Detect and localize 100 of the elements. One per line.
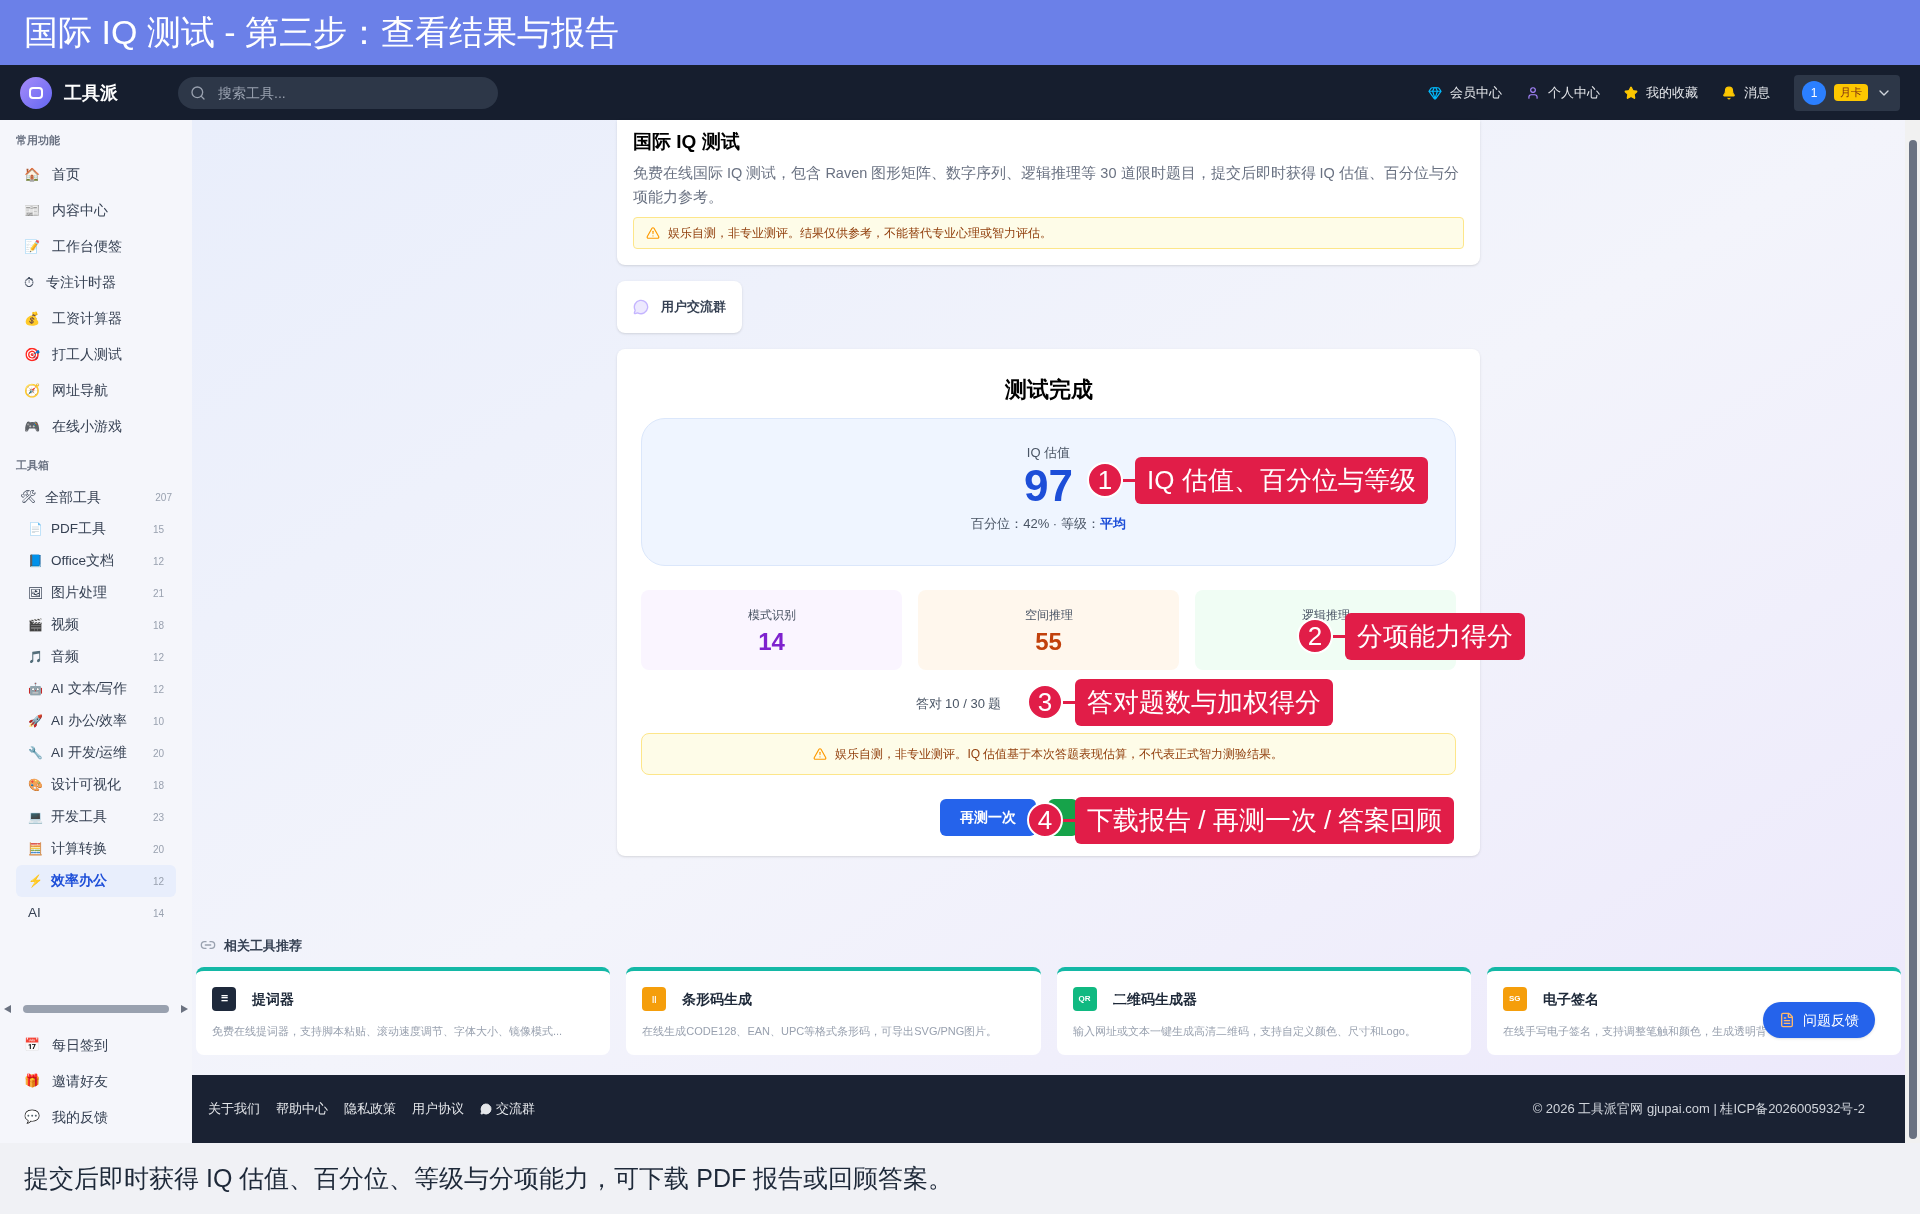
description: 免费在线国际 IQ 测试，包含 Raven 图形矩阵、数字序列、逻辑推理等 30 道限时题目，提交后即时获得 IQ 估值、百分位与分项能力参考。	[633, 163, 1460, 207]
item-count: 14	[152, 906, 164, 921]
membership-badge: 月卡	[1834, 84, 1868, 101]
sidebar-item[interactable]: 🎁 邀请好友	[0, 1063, 192, 1099]
sidebar-item[interactable]: 🧭 网址导航	[0, 372, 192, 409]
sidebar-item[interactable]: 🎨 设计可视化 18	[16, 769, 176, 801]
nav-link[interactable]: 消息	[1722, 82, 1770, 103]
sidebar-item[interactable]: 🤖 AI 文本/写作 12	[16, 673, 176, 705]
sidebar-item[interactable]: ⚡ 效率办公 12	[16, 865, 176, 897]
sidebar-item[interactable]: 📘 Office文档 12	[16, 545, 176, 577]
group-button[interactable]: 用户交流群	[617, 280, 742, 333]
sidebar-item[interactable]: 🎯 打工人测试	[0, 336, 192, 373]
item-count: 20	[152, 746, 164, 761]
scrollbar-thumb[interactable]	[1908, 140, 1917, 1139]
category-icon: 🎵	[28, 648, 43, 666]
scrollbar-thumb[interactable]	[23, 1005, 169, 1013]
footer-link[interactable]: 帮助中心	[276, 1099, 328, 1119]
iq-label: IQ 估值	[1026, 443, 1071, 462]
tool-icon: ||	[642, 987, 667, 1011]
chat-icon	[480, 1103, 492, 1115]
menu-icon: 🎁	[24, 1071, 40, 1091]
menu-icon: 🏠	[24, 164, 40, 185]
tool-icon: QR	[1072, 987, 1097, 1011]
chat-icon	[633, 298, 649, 315]
nav-link[interactable]: 会员中心	[1428, 82, 1502, 103]
user-icon	[1526, 85, 1540, 100]
section-title: 常用功能	[15, 133, 61, 148]
item-count: 12	[152, 650, 164, 665]
score-label: 空间推理	[1024, 606, 1073, 624]
sidebar-item[interactable]: 🖼 图片处理 21	[16, 577, 176, 609]
document-icon	[1779, 1012, 1795, 1028]
item-count: 15	[152, 522, 164, 537]
tools-icon: 🛠	[20, 487, 37, 507]
scroll-left-icon[interactable]	[4, 1005, 11, 1013]
sidebar-item[interactable]: ⏱ 专注计时器	[0, 264, 192, 301]
search-icon	[190, 84, 206, 101]
account-menu[interactable]: 1 月卡	[1794, 74, 1900, 111]
result-title: 测试完成	[1004, 375, 1093, 404]
nav-link[interactable]: 我的收藏	[1624, 82, 1698, 103]
sidebar-item[interactable]: 🏠 首页	[0, 156, 192, 193]
tool-name: 提词器	[252, 989, 294, 1009]
step-number-tooltip: 3	[1027, 684, 1063, 720]
category-icon: ⚡	[28, 872, 43, 890]
item-count: 12	[152, 682, 164, 697]
category-icon: 🎬	[28, 616, 43, 634]
sidebar-item[interactable]: 📄 PDF工具 15	[16, 513, 176, 545]
section-title: 工具箱	[15, 457, 50, 473]
warning-icon	[646, 225, 660, 240]
sidebar-item[interactable]: 📝 工作台便签	[0, 228, 192, 265]
footer-link[interactable]: 交流群	[480, 1099, 535, 1119]
tool-card[interactable]: || 条形码生成 在线生成CODE128、EAN、UPC等格式条形码，可导出SVG/PNG图片。	[626, 967, 1041, 1055]
sidebar-item[interactable]: 📅 每日签到	[0, 1027, 192, 1063]
annotation-tooltip: 下载报告 / 再测一次 / 答案回顾	[1075, 796, 1455, 844]
tool-description: 免费在线提词器，支持脚本粘贴、滚动速度调节、字体大小、镜像模式...	[212, 1024, 564, 1039]
menu-icon: 📝	[24, 236, 40, 257]
menu-icon: 🧭	[24, 380, 40, 401]
answered-count: 答对 10 / 30 题	[915, 694, 1002, 713]
nav-link[interactable]: 个人中心	[1526, 82, 1600, 103]
sidebar-item[interactable]: 🧮 计算转换 20	[16, 833, 176, 865]
tool-card[interactable]: ☰ 提词器 免费在线提词器，支持脚本粘贴、滚动速度调节、字体大小、镜像模式...	[196, 967, 611, 1055]
footer-link[interactable]: 隐私政策	[344, 1099, 396, 1119]
menu-icon: 📅	[24, 1035, 40, 1055]
tool-description: 输入网址或文本一键生成高清二维码，支持自定义颜色、尺寸和Logo。	[1072, 1024, 1417, 1039]
retry-button[interactable]: 再测一次	[939, 799, 1036, 836]
category-icon: 📄	[28, 520, 43, 538]
sidebar-item[interactable]: 💬 我的反馈	[0, 1099, 192, 1135]
copyright: © 2026 工具派官网 gjupai.com | 桂ICP备2026005932号-2	[1532, 1100, 1865, 1119]
sidebar-item[interactable]: 💻 开发工具 23	[16, 801, 176, 833]
tool-icon: SG	[1502, 987, 1527, 1011]
search-field[interactable]: 搜索工具...	[178, 76, 498, 109]
item-count: 10	[152, 714, 164, 729]
menu-icon: 💬	[24, 1107, 40, 1127]
footer-link[interactable]: 用户协议	[412, 1099, 464, 1119]
tool-name: 二维码生成器	[1112, 989, 1197, 1009]
item-count: 12	[152, 554, 164, 569]
warning-text: 娱乐自测，非专业测评。结果仅供参考，不能替代专业心理或智力评估。	[668, 224, 1052, 242]
score-value: 14	[758, 626, 785, 657]
sidebar-item[interactable]: 📰 内容中心	[0, 192, 192, 229]
sidebar-item[interactable]: AI 14	[16, 897, 176, 929]
tool-card[interactable]: QR 二维码生成器 输入网址或文本一键生成高清二维码，支持自定义颜色、尺寸和Logo。	[1056, 967, 1471, 1055]
footer-link[interactable]: 关于我们	[208, 1099, 260, 1119]
scroll-right-icon[interactable]	[181, 1005, 188, 1013]
menu-icon: 💰	[24, 308, 40, 329]
sidebar-item[interactable]: 🎮 在线小游戏	[0, 408, 192, 445]
item-count: 20	[152, 842, 164, 857]
logo-icon	[20, 76, 52, 109]
sidebar-item[interactable]: 🛠 全部工具 207	[0, 481, 192, 513]
tool-description: 在线生成CODE128、EAN、UPC等格式条形码，可导出SVG/PNG图片。	[642, 1024, 999, 1039]
sidebar-item[interactable]: 💰 工资计算器	[0, 300, 192, 337]
item-count: 18	[152, 778, 164, 793]
sidebar-item[interactable]: 🎬 视频 18	[16, 609, 176, 641]
annotation-tooltip: 答对题数与加权得分	[1075, 678, 1333, 726]
category-icon: 🤖	[28, 680, 43, 698]
sidebar-item[interactable]: 🎵 音频 12	[16, 641, 176, 673]
gem-icon	[1428, 85, 1442, 100]
star-icon	[1624, 85, 1638, 100]
sidebar-item[interactable]: 🚀 AI 办公/效率 10	[16, 705, 176, 737]
item-count: 207	[155, 490, 172, 505]
menu-icon: 📰	[24, 200, 40, 221]
sidebar-item[interactable]: 🔧 AI 开发/运维 20	[16, 737, 176, 769]
